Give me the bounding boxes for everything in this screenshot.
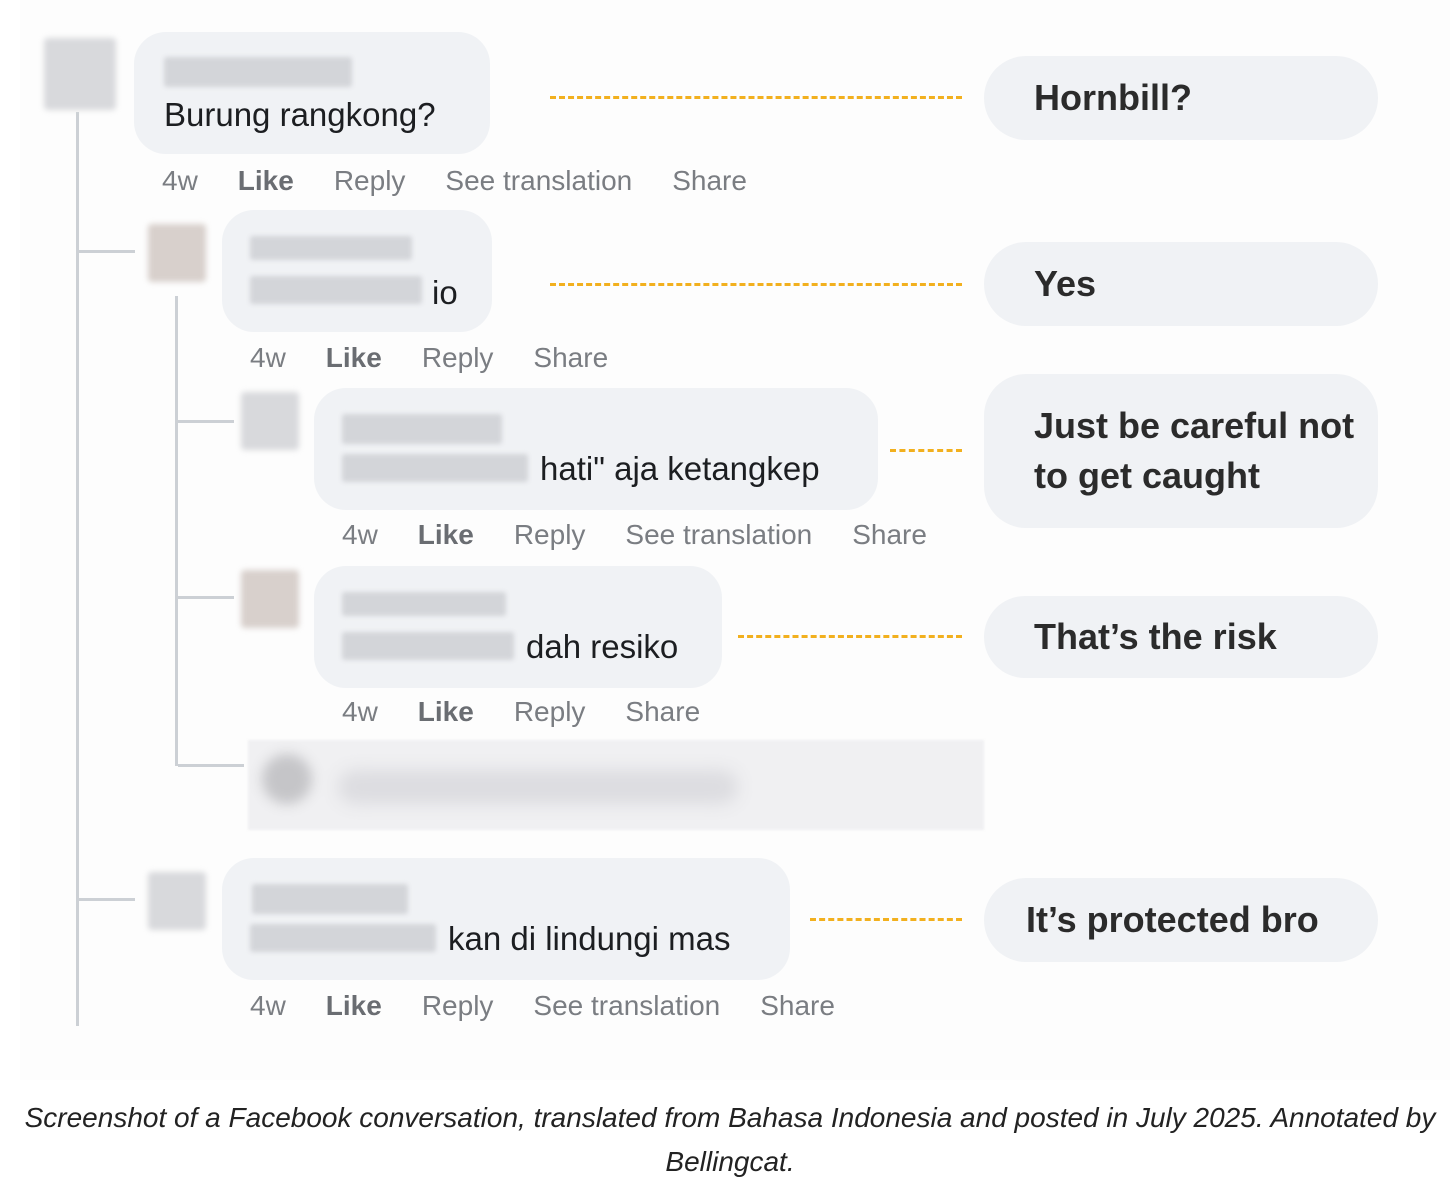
translation-text: Yes [1034, 262, 1097, 304]
comment-actions: 4w Like Reply Share [342, 698, 740, 726]
thread-line-nested [175, 296, 178, 766]
comment-text: hati" aja ketangkep [540, 450, 820, 487]
comment-text: kan di lindungi mas [448, 920, 731, 957]
comment-actions: 4w Like Reply See translation Share [342, 521, 967, 549]
comment-actions: 4w Like Reply Share [250, 344, 648, 372]
redacted-text [250, 276, 422, 304]
comment-actions: 4w Like Reply See translation Share [162, 167, 787, 195]
comment-text: io [432, 274, 458, 311]
avatar[interactable] [44, 38, 116, 110]
redacted-text [342, 632, 514, 660]
like-button[interactable]: Like [238, 167, 294, 195]
like-button[interactable]: Like [326, 344, 382, 372]
thread-line-branch [178, 420, 234, 423]
see-translation-button[interactable]: See translation [625, 521, 812, 549]
see-translation-button[interactable]: See translation [533, 992, 720, 1020]
timestamp: 4w [342, 696, 378, 727]
reply-button[interactable]: Reply [514, 521, 586, 549]
thread-line-branch [178, 596, 234, 599]
annotation-connector [890, 449, 962, 452]
timestamp: 4w [250, 990, 286, 1021]
share-button[interactable]: Share [625, 698, 700, 726]
comment-actions: 4w Like Reply See translation Share [250, 992, 875, 1020]
redacted-avatar [262, 754, 312, 804]
like-button[interactable]: Like [326, 992, 382, 1020]
timestamp: 4w [162, 165, 198, 196]
comment-bubble: kan di lindungi mas [222, 858, 790, 980]
translation-annotation: Just be careful not to get caught [984, 374, 1378, 528]
timestamp: 4w [250, 342, 286, 373]
annotation-connector [810, 918, 962, 921]
comment-bubble: io [222, 210, 492, 332]
avatar[interactable] [148, 872, 206, 930]
reply-button[interactable]: Reply [514, 698, 586, 726]
comment-bubble: dah resiko [314, 566, 722, 688]
redacted-text [338, 770, 738, 804]
like-button[interactable]: Like [418, 521, 474, 549]
avatar[interactable] [241, 392, 299, 450]
share-button[interactable]: Share [760, 992, 835, 1020]
annotation-connector [550, 283, 962, 286]
comment-bubble: Burung rangkong? [134, 32, 490, 154]
redacted-name [342, 592, 506, 616]
comment-bubble: hati" aja ketangkep [314, 388, 878, 510]
redacted-reply [248, 740, 984, 830]
see-translation-button[interactable]: See translation [445, 167, 632, 195]
redacted-name [252, 884, 408, 914]
translation-text: Hornbill? [1034, 76, 1192, 118]
annotation-connector [738, 635, 962, 638]
redacted-text [250, 924, 436, 952]
translation-text: Just be careful not to get caught [1034, 405, 1355, 496]
annotation-connector [550, 96, 962, 99]
redacted-text [342, 454, 528, 482]
share-button[interactable]: Share [672, 167, 747, 195]
share-button[interactable]: Share [533, 344, 608, 372]
reply-button[interactable]: Reply [422, 344, 494, 372]
avatar[interactable] [148, 224, 206, 282]
reply-button[interactable]: Reply [334, 167, 406, 195]
redacted-name [250, 236, 412, 260]
translation-annotation: Yes [984, 242, 1378, 326]
thread-line-branch [79, 898, 135, 901]
comment-text: Burung rangkong? [164, 96, 436, 133]
reply-button[interactable]: Reply [422, 992, 494, 1020]
like-button[interactable]: Like [418, 698, 474, 726]
translation-annotation: That’s the risk [984, 596, 1378, 678]
avatar[interactable] [241, 570, 299, 628]
translation-annotation: Hornbill? [984, 56, 1378, 140]
figure-caption: Screenshot of a Facebook conversation, t… [24, 1102, 1436, 1177]
thread-line-branch [178, 764, 244, 767]
thread-line-branch [79, 250, 135, 253]
translation-text: That’s the risk [1034, 615, 1277, 657]
translation-annotation: It’s protected bro [984, 878, 1378, 962]
redacted-name [164, 57, 352, 87]
timestamp: 4w [342, 519, 378, 550]
redacted-name [342, 414, 502, 444]
translation-text: It’s protected bro [1026, 898, 1319, 940]
comment-text: dah resiko [526, 628, 679, 665]
share-button[interactable]: Share [852, 521, 927, 549]
